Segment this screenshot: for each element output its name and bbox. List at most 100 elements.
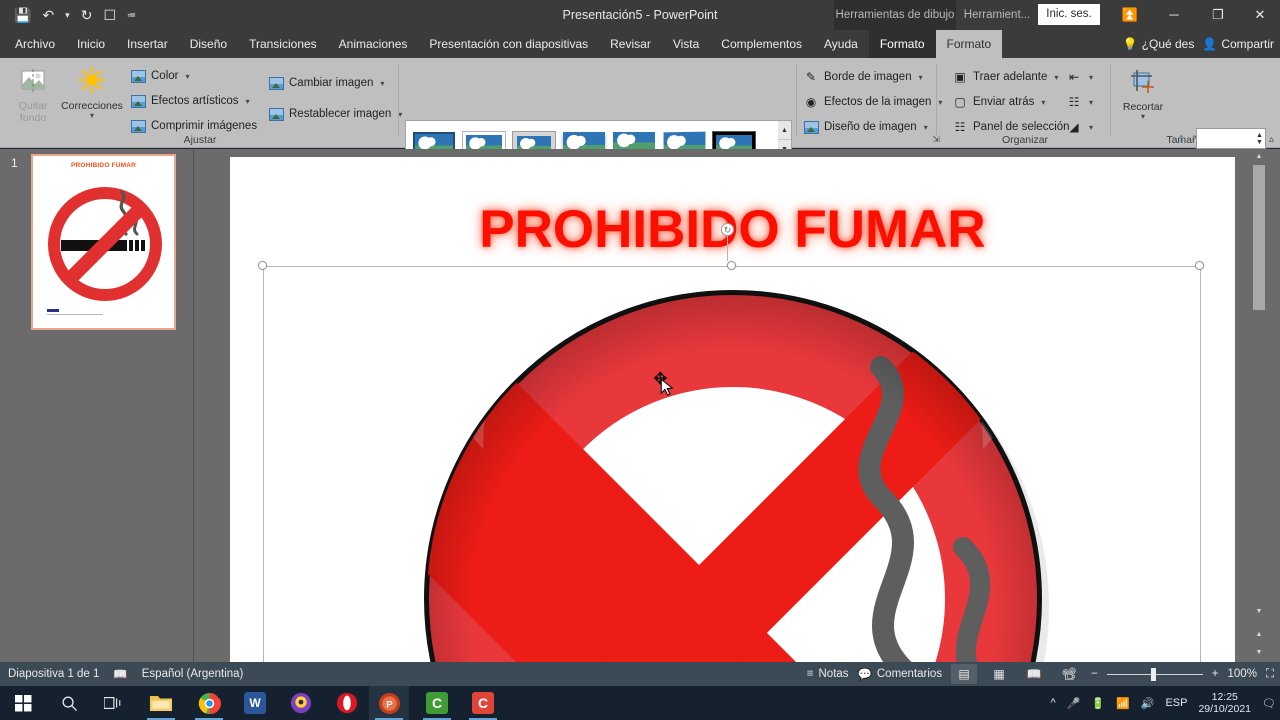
selection-pane-button[interactable]: ☷ Panel de selección xyxy=(952,116,1070,138)
previous-slide-icon[interactable]: ▲ xyxy=(1252,627,1266,641)
tab-insertar[interactable]: Insertar xyxy=(116,30,179,58)
wifi-icon[interactable]: 📶 xyxy=(1116,697,1130,710)
picture-layout-dropdown-icon[interactable]: ▾ xyxy=(924,123,928,132)
close-button[interactable]: ✕ xyxy=(1240,0,1280,30)
picture-border-button[interactable]: ✎ Borde de imagen ▾ xyxy=(803,66,923,88)
align-objects-dropdown-icon[interactable]: ▾ xyxy=(1089,73,1093,82)
normal-view-button[interactable]: ▤ xyxy=(951,664,978,684)
google-chrome-button[interactable] xyxy=(189,686,229,720)
picture-layout-button[interactable]: Diseño de imagen ▾ xyxy=(803,116,928,138)
rotate-objects-button[interactable]: ◢ ▾ xyxy=(1066,116,1093,138)
picture-effects-button[interactable]: ◉ Efectos de la imagen ▾ xyxy=(803,91,943,113)
comments-button[interactable]: 💬 Comentarios xyxy=(858,667,943,681)
tab-vista[interactable]: Vista xyxy=(662,30,710,58)
bring-forward-dropdown-icon[interactable]: ▾ xyxy=(1054,73,1058,82)
ribbon: Quitar fondo Correcciones ▾ Color ▾ Efec… xyxy=(0,58,1280,178)
gallery-scroll-up-icon[interactable]: ▲ xyxy=(778,121,791,140)
fit-slide-icon[interactable]: ⛶ xyxy=(1266,668,1274,681)
picture-effects-label: Efectos de la imagen xyxy=(824,96,932,108)
notes-button[interactable]: ≡ Notas xyxy=(807,668,849,680)
tab-presentacion-con-diapositivas[interactable]: Presentación con diapositivas xyxy=(418,30,599,58)
crop-button[interactable]: Recortar ▾ xyxy=(1114,63,1172,121)
tab-formato-drawing[interactable]: Formato xyxy=(868,30,936,58)
microphone-icon[interactable]: 🎤 xyxy=(1067,697,1081,710)
zoom-level-label[interactable]: 100% xyxy=(1228,668,1257,680)
opera-button[interactable] xyxy=(327,686,367,720)
rotate-handle[interactable]: ↻ xyxy=(721,223,734,236)
clock[interactable]: 12:25 29/10/2021 xyxy=(1198,691,1251,715)
next-slide-icon[interactable]: ▼ xyxy=(1252,645,1266,659)
rotate-objects-dropdown-icon[interactable]: ▾ xyxy=(1089,123,1093,132)
zoom-slider-knob[interactable] xyxy=(1150,667,1156,681)
slide-sorter-view-button[interactable]: ▦ xyxy=(986,664,1012,684)
bring-forward-button[interactable]: ▣ Traer adelante ▾ xyxy=(952,66,1058,88)
clock-time: 12:25 xyxy=(1211,691,1238,703)
camtasia-studio-button[interactable]: C xyxy=(417,686,457,720)
share-button[interactable]: 👤 Compartir xyxy=(1202,37,1274,51)
ribbon-tab-bar-right: 💡 ¿Qué des 👤 Compartir xyxy=(1123,30,1274,58)
camtasia-recorder-button[interactable]: C xyxy=(463,686,503,720)
language-indicator[interactable]: Español (Argentina) xyxy=(142,668,244,680)
scroll-up-icon[interactable]: ▲ xyxy=(1252,149,1266,163)
send-backward-button[interactable]: ▢ Enviar atrás ▾ xyxy=(952,91,1045,113)
remove-background-button[interactable]: Quitar fondo xyxy=(4,62,62,124)
group-objects-button[interactable]: ☷ ▾ xyxy=(1066,91,1093,113)
maximize-button[interactable]: ❐ xyxy=(1196,0,1240,30)
reset-picture-button[interactable]: Restablecer imagen ▾ xyxy=(268,103,402,125)
tab-ayuda[interactable]: Ayuda xyxy=(813,30,869,58)
change-picture-button[interactable]: Cambiar imagen ▾ xyxy=(268,72,384,94)
tab-inicio[interactable]: Inicio xyxy=(66,30,116,58)
vertical-scrollbar[interactable]: ▲ ▼ ▲ ▼ xyxy=(1252,149,1266,662)
chevron-up-icon[interactable]: ^ xyxy=(1050,697,1055,709)
microsoft-word-button[interactable]: W xyxy=(235,686,275,720)
zoom-out-button[interactable]: − xyxy=(1091,668,1098,680)
picture-border-dropdown-icon[interactable]: ▾ xyxy=(919,73,923,82)
language-indicator-tray[interactable]: ESP xyxy=(1165,697,1187,709)
crop-dropdown-icon[interactable]: ▾ xyxy=(1114,113,1172,121)
slide-counter[interactable]: Diapositiva 1 de 1 xyxy=(8,668,99,680)
ribbon-display-options-icon[interactable]: ⏫ xyxy=(1108,0,1152,30)
tab-revisar[interactable]: Revisar xyxy=(599,30,662,58)
color-dropdown-icon[interactable]: ▾ xyxy=(185,72,189,81)
tell-me-button[interactable]: 💡 ¿Qué des xyxy=(1123,37,1195,51)
change-picture-dropdown-icon[interactable]: ▾ xyxy=(380,79,384,88)
tab-animaciones[interactable]: Animaciones xyxy=(328,30,419,58)
tab-transiciones[interactable]: Transiciones xyxy=(238,30,328,58)
no-smoking-sign-image[interactable] xyxy=(283,289,1183,662)
artistic-effects-button[interactable]: Efectos artísticos ▾ xyxy=(130,90,250,112)
slide-thumbnail-1[interactable]: PROHIBIDO FUMAR xyxy=(31,154,176,330)
volume-icon[interactable]: 🔊 xyxy=(1141,697,1155,710)
shape-height-spinner[interactable]: ▲ ▼ xyxy=(1253,128,1266,149)
collapse-ribbon-icon[interactable]: ▵ xyxy=(1269,134,1274,145)
tab-archivo[interactable]: Archivo xyxy=(4,30,66,58)
search-button[interactable] xyxy=(49,686,89,720)
corrections-button[interactable]: Correcciones ▾ xyxy=(60,62,124,120)
microsoft-powerpoint-button[interactable]: P xyxy=(369,686,409,720)
battery-icon[interactable]: 🔋 xyxy=(1091,697,1105,710)
start-button[interactable] xyxy=(3,686,43,720)
scrollbar-thumb[interactable] xyxy=(1253,165,1265,310)
task-view-icon xyxy=(104,697,121,709)
tab-formato-picture[interactable]: Formato xyxy=(935,30,1003,58)
system-tray: ^ 🎤 🔋 📶 🔊 ESP 12:25 29/10/2021 🗨 xyxy=(1050,686,1276,720)
accessibility-check-icon[interactable]: 📖 xyxy=(113,667,127,681)
scroll-down-icon[interactable]: ▼ xyxy=(1252,604,1266,618)
sign-in-button[interactable]: Inic. ses. xyxy=(1038,4,1100,25)
purple-browser-button[interactable] xyxy=(281,686,321,720)
minimize-button[interactable]: ─ xyxy=(1152,0,1196,30)
reading-view-button[interactable]: 📖 xyxy=(1021,664,1047,684)
action-center-icon[interactable]: 🗨 xyxy=(1262,697,1276,710)
send-backward-dropdown-icon[interactable]: ▾ xyxy=(1041,98,1045,107)
tab-diseno[interactable]: Diseño xyxy=(179,30,238,58)
artistic-effects-dropdown-icon[interactable]: ▾ xyxy=(246,97,250,106)
align-objects-button[interactable]: ⇤ ▾ xyxy=(1066,66,1093,88)
task-view-button[interactable] xyxy=(93,686,133,720)
tab-complementos[interactable]: Complementos xyxy=(710,30,813,58)
color-button[interactable]: Color ▾ xyxy=(130,65,190,87)
zoom-in-button[interactable]: + xyxy=(1212,668,1219,680)
group-objects-dropdown-icon[interactable]: ▾ xyxy=(1089,98,1093,107)
zoom-slider[interactable] xyxy=(1106,667,1203,681)
corrections-dropdown-icon[interactable]: ▾ xyxy=(60,112,124,120)
file-explorer-button[interactable] xyxy=(141,686,181,720)
slideshow-view-button[interactable]: 📽 xyxy=(1056,664,1082,684)
